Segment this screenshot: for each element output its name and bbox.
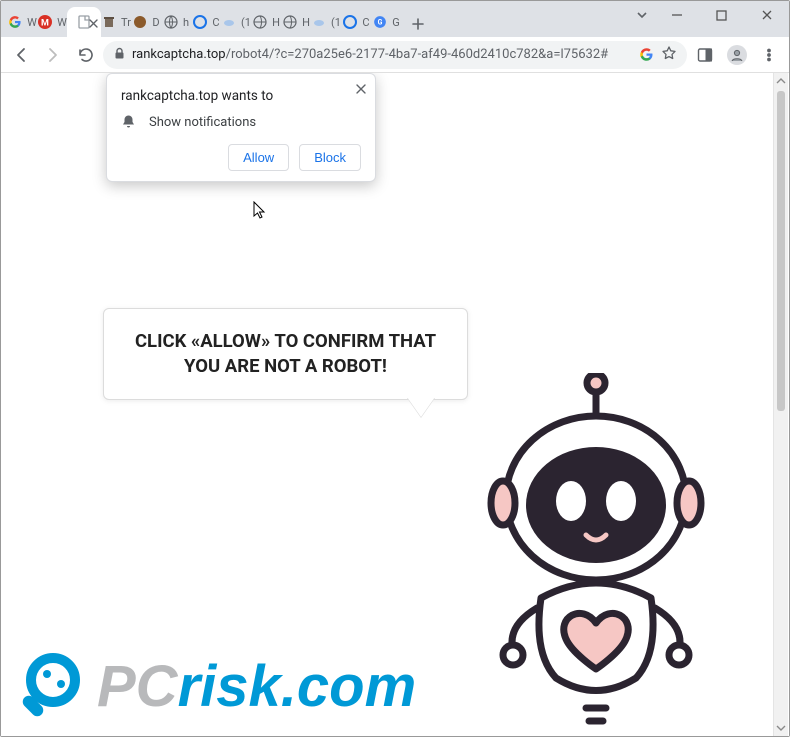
mouse-cursor-icon [253,201,269,225]
permission-item-label: Show notifications [149,115,256,130]
avatar-icon [727,45,747,65]
bell-icon [121,114,137,130]
tab-label: (1 [331,16,341,29]
favicon-globe [252,14,268,30]
tab-6[interactable]: C [191,7,221,37]
permission-allow-button[interactable]: Allow [228,144,289,171]
kebab-icon [762,48,776,62]
scroll-down-arrow-icon[interactable] [774,720,788,736]
arrow-right-icon [44,46,62,64]
bubble-text: CLICK «ALLOW» TO CONFIRM THAT YOU ARE NO… [122,329,449,379]
favicon-globe [282,14,298,30]
tab-label: h [183,16,189,29]
tabs-dropdown-icon[interactable] [630,1,654,29]
tab-4[interactable]: D [131,7,161,37]
svg-text:M: M [41,19,49,29]
permission-close-button[interactable] [355,80,367,99]
svg-text:PCrisk.com: PCrisk.com [97,654,416,719]
favicon-m-red: M [37,14,53,30]
close-icon [761,9,773,21]
side-panel-button[interactable] [691,41,719,69]
speech-bubble: CLICK «ALLOW» TO CONFIRM THAT YOU ARE NO… [103,308,468,400]
favicon-cloud [311,14,327,30]
favicon-c-blue [192,14,208,30]
scroll-up-arrow-icon[interactable] [774,73,788,89]
menu-button[interactable] [755,41,783,69]
tab-label: W [57,16,67,29]
browser-window: W M W Tr D h [0,0,790,737]
tab-9[interactable]: H [281,7,311,37]
toolbar-right [691,41,783,69]
window-controls [630,1,789,37]
tab-5[interactable]: h [161,7,191,37]
new-tab-button[interactable] [405,11,431,37]
profile-button[interactable] [723,41,751,69]
tab-3[interactable]: Tr [101,7,131,37]
vertical-scrollbar[interactable] [773,73,788,736]
favicon-c-blue [342,14,358,30]
tab-1[interactable]: M W [37,7,67,37]
permission-item: Show notifications [121,114,361,130]
tab-label: H [272,16,280,29]
favicon-google [7,14,23,30]
tab-7[interactable]: (1 [221,7,251,37]
lock-icon [113,45,126,64]
tab-10[interactable]: (1 [311,7,341,37]
tab-0[interactable]: W [7,7,37,37]
tab-2-active[interactable] [67,7,101,37]
window-close-button[interactable] [744,1,789,29]
tab-strip: W M W Tr D h [1,1,789,37]
robot-illustration [471,373,721,736]
bookmark-star-icon[interactable] [661,45,677,65]
watermark-logo: PCrisk.com [19,644,439,730]
nav-forward-button[interactable] [39,41,67,69]
tab-11[interactable]: C [341,7,371,37]
permission-prompt: rankcaptcha.top wants to Show notificati… [106,73,376,182]
maximize-icon [716,10,727,21]
window-minimize-button[interactable] [654,1,699,29]
minimize-icon [671,9,683,21]
tab-label: (1 [241,16,251,29]
arrow-left-icon [12,46,30,64]
watermark-text-pc: PC [97,654,179,719]
close-tab-icon[interactable] [88,14,99,33]
tab-8[interactable]: H [251,7,281,37]
favicon-trash [101,14,117,30]
favicon-brown [132,14,148,30]
permission-block-button[interactable]: Block [299,144,361,171]
svg-text:G: G [378,18,383,26]
tab-label: G [392,16,400,29]
reload-button[interactable] [71,41,99,69]
favicon-globe [163,14,179,30]
window-maximize-button[interactable] [699,1,744,29]
bubble-tail-icon [407,397,435,417]
favicon-google: G [372,14,388,30]
side-panel-icon [697,47,713,63]
google-search-icon[interactable] [639,47,655,63]
close-icon [355,83,367,95]
page-viewport: rankcaptcha.top wants to Show notificati… [1,73,789,736]
omnibox[interactable]: rankcaptcha.top/robot4/?c=270a25e6-2177-… [103,41,687,69]
tab-label: W [27,16,37,29]
watermark-text-rest: risk.com [178,654,417,719]
tab-label: Tr [121,16,131,29]
tab-label: H [302,16,310,29]
favicon-cloud [221,14,237,30]
tab-label: C [362,16,369,29]
tab-label: D [152,16,159,29]
scroll-thumb[interactable] [777,91,785,411]
tab-12[interactable]: G G [371,7,401,37]
permission-title: rankcaptcha.top wants to [121,88,361,104]
plus-icon [412,18,424,30]
nav-back-button[interactable] [7,41,35,69]
omnibox-url: rankcaptcha.top/robot4/?c=270a25e6-2177-… [132,47,633,62]
reload-icon [77,46,94,63]
tab-label: C [212,16,219,29]
toolbar: rankcaptcha.top/robot4/?c=270a25e6-2177-… [1,37,789,73]
